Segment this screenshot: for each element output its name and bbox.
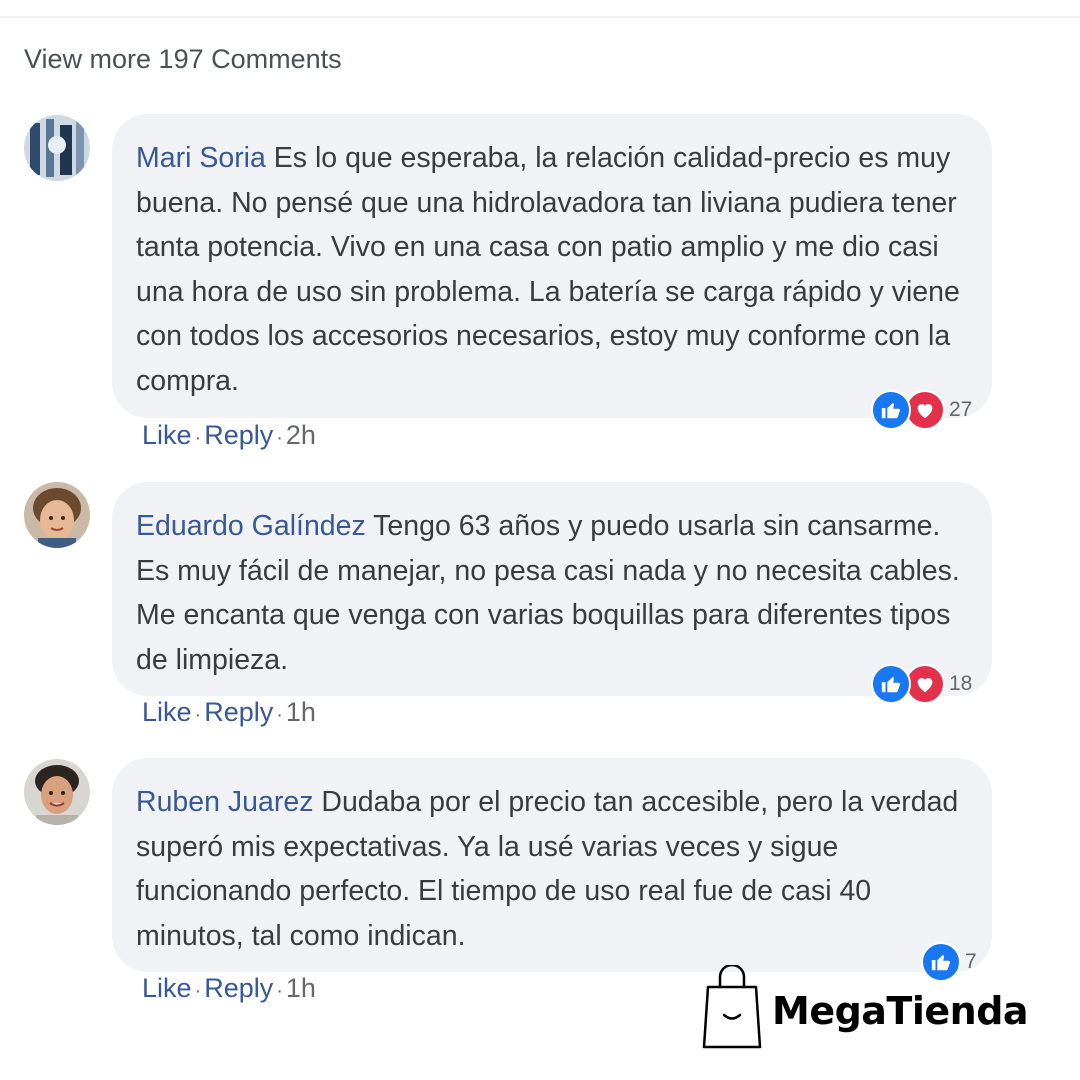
avatar[interactable] — [24, 759, 90, 825]
separator: · — [276, 427, 283, 449]
separator: · — [194, 427, 202, 449]
view-more-comments-link[interactable]: View more 197 Comments — [24, 44, 342, 75]
separator: · — [194, 704, 202, 726]
like-icon — [871, 390, 911, 430]
comment-timestamp[interactable]: 2h — [286, 420, 316, 451]
love-icon — [905, 390, 945, 430]
comment-timestamp[interactable]: 1h — [286, 973, 316, 1004]
like-button[interactable]: Like — [142, 420, 192, 451]
top-divider — [0, 16, 1080, 18]
reaction-count: 18 — [949, 672, 973, 695]
reaction-summary[interactable]: 18 — [871, 662, 972, 706]
comment-author[interactable]: Eduardo Galíndez — [136, 510, 366, 542]
separator: · — [194, 980, 202, 1002]
megatienda-logo: MegaTienda — [700, 963, 1029, 1056]
comment-timestamp[interactable]: 1h — [286, 697, 316, 728]
separator: · — [276, 980, 283, 1002]
like-icon — [921, 942, 961, 982]
reply-button[interactable]: Reply — [204, 697, 273, 728]
reaction-count: 27 — [949, 398, 973, 421]
reaction-summary[interactable]: 27 — [871, 388, 972, 432]
avatar[interactable] — [24, 482, 90, 548]
shopping-bag-icon — [700, 963, 764, 1056]
comment-actions: Like · Reply · 2h — [142, 420, 316, 451]
comment-bubble: Ruben Juarez Dudaba por el precio tan ac… — [112, 758, 992, 972]
comment-text: Es lo que esperaba, la relación calidad-… — [136, 142, 960, 397]
comment-author[interactable]: Mari Soria — [136, 142, 266, 174]
comment-bubble: Eduardo Galíndez Tengo 63 años y puedo u… — [112, 482, 992, 696]
like-button[interactable]: Like — [142, 697, 192, 728]
reply-button[interactable]: Reply — [204, 973, 273, 1004]
comment-author[interactable]: Ruben Juarez — [136, 786, 313, 818]
comment-bubble: Mari Soria Es lo que esperaba, la relaci… — [112, 114, 992, 418]
separator: · — [276, 704, 283, 726]
avatar[interactable] — [24, 115, 90, 181]
love-icon — [905, 664, 945, 704]
brand-name: MegaTienda — [772, 988, 1029, 1033]
comment-actions: Like · Reply · 1h — [142, 697, 316, 728]
like-button[interactable]: Like — [142, 973, 192, 1004]
reply-button[interactable]: Reply — [204, 420, 273, 451]
comment-actions: Like · Reply · 1h — [142, 973, 316, 1004]
like-icon — [871, 664, 911, 704]
